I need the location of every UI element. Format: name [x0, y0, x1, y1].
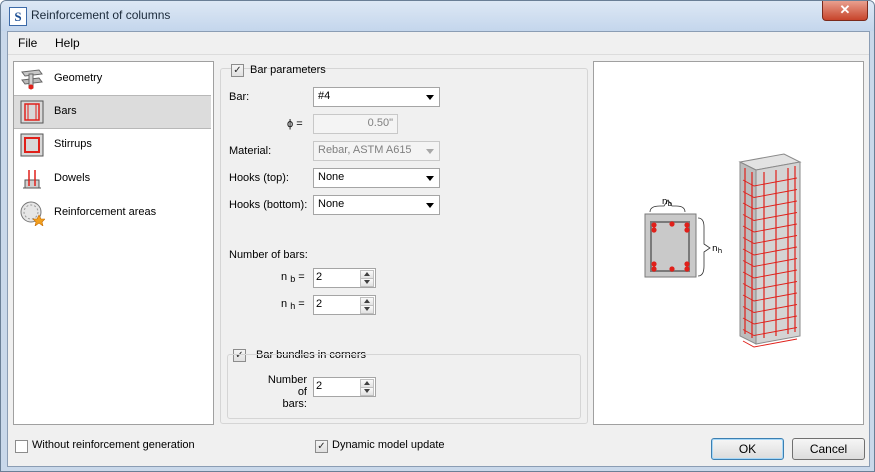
cross-section: nb nh — [644, 197, 722, 278]
dowels-icon — [23, 170, 41, 189]
bundles-number-label: Number of bars: — [257, 374, 307, 410]
hooks-bottom-label: Hooks (bottom): — [229, 199, 308, 211]
menu-file[interactable]: File — [18, 36, 37, 50]
cancel-button[interactable]: Cancel — [792, 438, 865, 460]
phi-label: ϕ = — [287, 118, 303, 130]
hooks-top-value: None — [318, 171, 345, 183]
material-value: Rebar, ASTM A615 — [318, 144, 412, 156]
bar-parameters-label: Bar parameters — [250, 64, 326, 76]
bundles-value: 2 — [316, 380, 323, 392]
hooks-bottom-value: None — [318, 198, 345, 210]
dynamic-update-label: Dynamic model update — [332, 439, 445, 451]
category-list: Geometry Bars Stirrups Dowels Reinforcem… — [13, 61, 214, 425]
spin-down-icon[interactable] — [360, 278, 374, 287]
bar-select[interactable]: #4 — [313, 87, 440, 107]
nh-symbol: n — [281, 298, 288, 310]
nb-equals: = — [298, 271, 305, 283]
nh-subscript: h — [290, 301, 296, 311]
chevron-down-icon — [426, 149, 434, 154]
nav-item-reinforcement-areas[interactable]: Reinforcement areas — [14, 197, 211, 229]
without-generation-label: Without reinforcement generation — [32, 439, 195, 451]
without-generation-checkbox[interactable] — [15, 440, 28, 453]
app-icon: S — [9, 7, 27, 26]
column-3d — [738, 153, 802, 348]
geometry-icon — [21, 69, 43, 90]
nh-stepper[interactable]: 2 — [313, 295, 376, 315]
spin-down-icon[interactable] — [360, 305, 374, 314]
close-button[interactable]: ✕ — [822, 1, 868, 21]
nav-item-bars[interactable]: Bars — [14, 95, 211, 129]
title-bar[interactable]: S Reinforcement of columns ✕ — [1, 1, 874, 31]
bars-icon — [20, 100, 44, 124]
nav-label-dowels: Dowels — [54, 172, 91, 184]
bundles-number-label-line2: bars: — [282, 398, 307, 410]
number-of-bars-label: Number of bars: — [229, 249, 308, 261]
menu-bar: File Help — [8, 32, 869, 55]
window-title: Reinforcement of columns — [31, 8, 171, 22]
hooks-top-select[interactable]: None — [313, 168, 440, 188]
bar-label: Bar: — [229, 91, 250, 103]
nh-equals: = — [298, 298, 305, 310]
material-select: Rebar, ASTM A615 — [313, 141, 440, 161]
bar-select-value: #4 — [318, 90, 331, 102]
chevron-down-icon — [426, 176, 434, 181]
dynamic-update-checkbox[interactable]: ✓ — [315, 440, 328, 453]
nh-value: 2 — [316, 298, 323, 310]
hooks-bottom-select[interactable]: None — [313, 195, 440, 215]
preview-nb-text: nb — [662, 197, 673, 208]
stirrups-icon — [20, 133, 44, 157]
nb-value: 2 — [316, 271, 323, 283]
nav-item-stirrups[interactable]: Stirrups — [14, 129, 211, 161]
nb-subscript: b — [290, 274, 296, 284]
ok-button[interactable]: OK — [711, 438, 784, 460]
nb-label: n b = — [281, 271, 305, 284]
hooks-top-label: Hooks (top): — [229, 172, 289, 184]
phi-value: 0.50" — [367, 117, 393, 129]
column-preview: nb nh — [593, 61, 864, 425]
spin-down-icon[interactable] — [360, 387, 374, 396]
nb-stepper[interactable]: 2 — [313, 268, 376, 288]
nav-label-geometry: Geometry — [54, 72, 103, 84]
material-label: Material: — [229, 145, 272, 157]
phi-field: 0.50" — [313, 114, 398, 134]
nh-label: n h = — [281, 298, 305, 311]
menu-help[interactable]: Help — [55, 36, 80, 50]
nav-item-dowels[interactable]: Dowels — [14, 163, 211, 195]
chevron-down-icon — [426, 95, 434, 100]
chevron-down-icon — [426, 203, 434, 208]
nav-label-stirrups: Stirrups — [54, 138, 92, 150]
preview-nh-text: nh — [712, 244, 722, 255]
column-preview-drawing: nb nh — [644, 153, 802, 348]
nb-symbol: n — [281, 271, 288, 283]
reinforcement-areas-icon — [20, 201, 45, 226]
bundles-number-label-line1: Number of — [267, 374, 307, 398]
bundles-stepper[interactable]: 2 — [313, 377, 376, 397]
nav-item-geometry[interactable]: Geometry — [14, 63, 211, 95]
nav-label-reinforcement-areas: Reinforcement areas — [54, 206, 157, 218]
bar-parameters-checkbox[interactable]: ✓ — [231, 64, 244, 77]
dialog-client: File Help Geometry Bars Stirrups Dowels … — [7, 31, 870, 467]
dialog-window: S Reinforcement of columns ✕ File Help G… — [0, 0, 875, 472]
nav-label-bars: Bars — [54, 105, 77, 117]
